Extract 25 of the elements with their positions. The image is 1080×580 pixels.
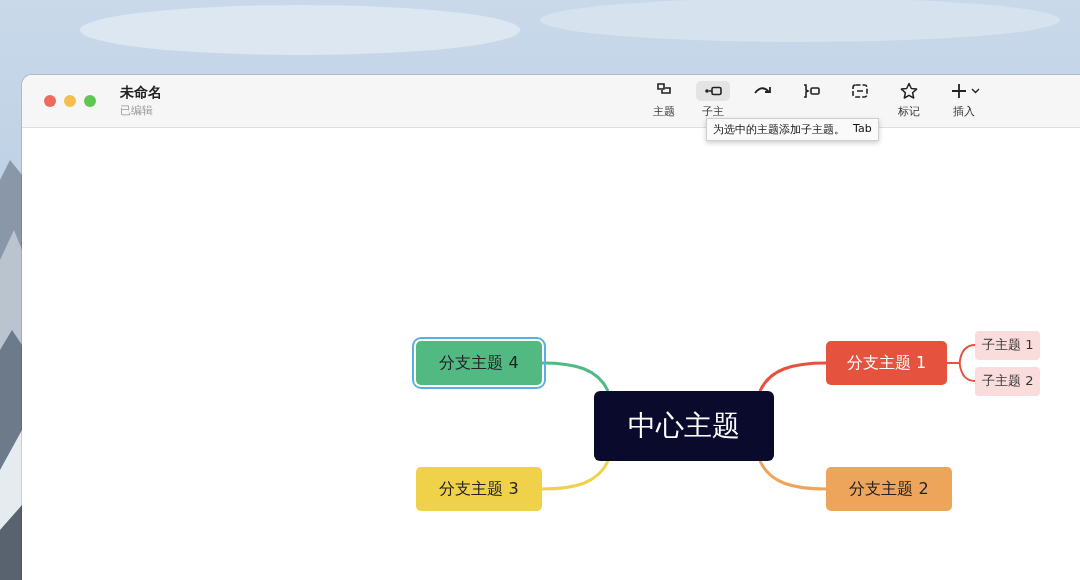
star-icon: [899, 81, 919, 101]
window-title: 未命名: [120, 84, 162, 102]
bracket-icon: [801, 81, 821, 101]
edit-status: 已编辑: [120, 103, 154, 118]
dashed-box-icon: [850, 81, 870, 101]
connector-line: [541, 361, 610, 392]
window-control-button[interactable]: [84, 95, 96, 107]
branch-topic[interactable]: 分支主题 2: [826, 467, 952, 511]
toolbar-button[interactable]: 标记: [885, 79, 933, 123]
window-control-button[interactable]: [44, 95, 56, 107]
toolbar-button[interactable]: 插入: [934, 79, 994, 123]
connector-line: [541, 460, 610, 491]
toolbar-button[interactable]: 主题: [640, 79, 688, 123]
shortcut-key: Tab: [853, 122, 872, 137]
branch-topic[interactable]: 分支主题 1: [826, 341, 947, 385]
connector-line: [758, 460, 827, 491]
tooltip-text: 为选中的主题添加子主题。: [713, 122, 845, 137]
connector-line: [758, 361, 827, 392]
branch-topic[interactable]: 分支主题 3: [416, 467, 542, 511]
subtopic[interactable]: 子主题 1: [975, 330, 1041, 360]
caret-icon: [970, 88, 980, 94]
central-topic[interactable]: 中心主题: [594, 391, 774, 461]
subtopic[interactable]: 子主题 2: [975, 366, 1041, 396]
connector-line: [946, 362, 976, 382]
window-control-button[interactable]: [64, 95, 76, 107]
